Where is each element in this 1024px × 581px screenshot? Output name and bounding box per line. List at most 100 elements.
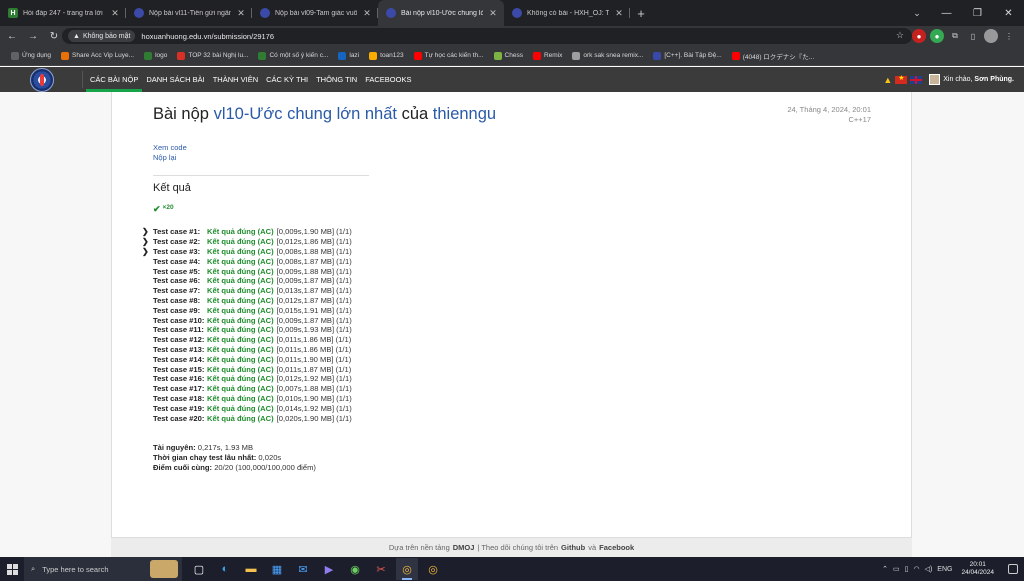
xbox-icon[interactable]: ◉: [344, 558, 366, 580]
greeting[interactable]: Xin chào, Sơn Phùng.: [943, 76, 1014, 83]
toan-icon: [369, 51, 378, 60]
extension-red-icon[interactable]: ●: [912, 29, 926, 43]
close-tab-icon[interactable]: ✕: [488, 8, 498, 19]
media-player-icon[interactable]: ▶: [318, 558, 340, 580]
test-case-info: [0,012s,1.87 MB] (1/1): [276, 295, 352, 305]
dmoj-link[interactable]: DMOJ: [453, 543, 475, 552]
nav-item[interactable]: CÁC BÀI NỘP: [86, 67, 143, 92]
test-case-row[interactable]: ❯ Test case #1: Kết quả đúng (AC) [0,009s,1…: [142, 227, 352, 237]
mail-icon[interactable]: ✉: [292, 558, 314, 580]
submission-language: C++17: [848, 115, 871, 124]
battery-icon[interactable]: ▯: [905, 565, 909, 573]
nav-item[interactable]: THÀNH VIÊN: [209, 67, 262, 92]
bookmark-item[interactable]: logo: [139, 51, 172, 60]
chrome-profile-icon[interactable]: ◎: [422, 558, 444, 580]
expand-chevron-icon[interactable]: ❯: [142, 227, 153, 236]
bookmark-item[interactable]: Có một số ý kiến c...: [253, 51, 333, 60]
expand-chevron-icon[interactable]: ❯: [142, 237, 153, 246]
test-case-row[interactable]: ❯ Test case #3: Kết quả đúng (AC) [0,008s,1…: [142, 247, 352, 257]
view-code-link[interactable]: Xem code: [153, 143, 187, 153]
tab-search-icon[interactable]: ⌄: [906, 0, 928, 26]
windows-start-icon[interactable]: [0, 557, 24, 581]
clock[interactable]: 20:01 24/04/2024: [961, 561, 994, 577]
bookmark-item[interactable]: Ứng dụng: [6, 51, 56, 60]
bookmark-item[interactable]: (4048) ロクデナシ『た...: [727, 51, 820, 61]
task-view-icon[interactable]: ▢: [188, 558, 210, 580]
vietnam-flag-icon[interactable]: [895, 74, 908, 84]
edge-icon[interactable]: ◐: [214, 558, 236, 580]
close-window-icon[interactable]: ✕: [993, 0, 1024, 26]
browser-tab[interactable]: Nộp bài vl09-Tam giác vuông ✕: [252, 0, 378, 26]
chrome-icon[interactable]: ◎: [396, 558, 418, 580]
address-bar[interactable]: ▲ Không bảo mật hoxuanhuong.edu.vn/submi…: [62, 28, 912, 44]
profile-avatar-icon[interactable]: [984, 29, 998, 43]
close-tab-icon[interactable]: ✕: [614, 8, 624, 19]
problem-link[interactable]: vl10-Ước chung lớn nhất: [214, 105, 397, 123]
facebook-link[interactable]: Facebook: [599, 543, 634, 552]
notification-icon[interactable]: [1008, 564, 1018, 574]
submission-stats: Tài nguyên: 0,217s, 1.93 MB Thời gian ch…: [153, 443, 316, 472]
file-explorer-icon[interactable]: ▬: [240, 558, 262, 580]
test-case-row: Test case #4: Kết quả đúng (AC) [0,008s,1.…: [142, 256, 352, 266]
site-logo[interactable]: [30, 68, 54, 92]
test-case-label: Test case #15:: [153, 364, 205, 374]
bookmark-item[interactable]: Chess: [489, 51, 528, 60]
close-tab-icon[interactable]: ✕: [236, 8, 246, 19]
reload-icon[interactable]: ↻: [45, 27, 63, 45]
chevron-up-icon[interactable]: ⌃: [882, 565, 888, 573]
test-case-list: ❯ Test case #1: Kết quả đúng (AC) [0,009s,1…: [142, 227, 352, 423]
back-icon[interactable]: ←: [3, 27, 21, 45]
puzzle-icon[interactable]: ⧉: [948, 29, 962, 43]
bookmark-item[interactable]: toan123: [364, 51, 409, 60]
close-tab-icon[interactable]: ✕: [362, 8, 372, 19]
expand-chevron-icon[interactable]: ❯: [142, 247, 153, 256]
test-case-verdict: Kết quả đúng (AC): [207, 354, 274, 364]
bookmark-item[interactable]: Remix: [528, 51, 567, 60]
nav-item[interactable]: DANH SÁCH BÀI: [142, 67, 208, 92]
restore-icon[interactable]: ❐: [962, 0, 993, 26]
forward-icon[interactable]: →: [24, 27, 42, 45]
warning-icon[interactable]: ▲: [883, 75, 892, 85]
browser-tab[interactable]: H Hỏi đáp 247 - trang tra lời ✕: [0, 0, 126, 26]
test-case-row: Test case #7: Kết quả đúng (AC) [0,013s,1.…: [142, 286, 352, 296]
extension-green-icon[interactable]: ●: [930, 29, 944, 43]
security-chip[interactable]: ▲ Không bảo mật: [68, 30, 136, 42]
user-link[interactable]: thienngu: [433, 105, 496, 123]
github-link[interactable]: Github: [561, 543, 585, 552]
url-text[interactable]: hoxuanhuong.edu.vn/submission/29176: [141, 32, 274, 41]
bookmark-item[interactable]: Share Acc Vip Luye...: [56, 51, 139, 60]
avatar[interactable]: [929, 74, 941, 85]
volume-icon[interactable]: ◁): [925, 565, 933, 573]
test-case-row: Test case #19: Kết quả đúng (AC) [0,014s,1…: [142, 403, 352, 413]
bookmark-item[interactable]: lazi: [333, 51, 364, 60]
close-tab-icon[interactable]: ✕: [110, 8, 120, 19]
browser-tab[interactable]: Không có bài - HXH_OJ: Trườn ✕: [504, 0, 630, 26]
nav-item[interactable]: FACEBOOKS: [361, 67, 415, 92]
test-case-info: [0,008s,1.87 MB] (1/1): [276, 256, 352, 266]
minimize-icon[interactable]: —: [931, 0, 962, 26]
search-icon: ⌕: [31, 564, 36, 573]
uk-flag-icon[interactable]: [910, 75, 923, 84]
bookmark-item[interactable]: [C++]. Bài Tập Đệ...: [648, 51, 726, 60]
test-case-row: Test case #11: Kết quả đúng (AC) [0,009s,1…: [142, 325, 352, 335]
browser-tab[interactable]: Bài nộp vl10-Ước chung lớn nh ✕: [378, 0, 504, 26]
bookmark-item[interactable]: ork sak snea remix...: [567, 51, 648, 60]
store-icon[interactable]: ▦: [266, 558, 288, 580]
bookmark-item[interactable]: Tự học các kiến th...: [409, 51, 489, 60]
menu-dots-icon[interactable]: ⋮: [1002, 29, 1016, 43]
language-indicator[interactable]: ENG: [937, 566, 952, 573]
nav-item[interactable]: CÁC KỲ THI: [262, 67, 312, 92]
bookmark-star-icon[interactable]: ☆: [896, 30, 904, 41]
snip-tool-icon[interactable]: ✂: [370, 558, 392, 580]
resubmit-link[interactable]: Nộp lại: [153, 153, 187, 163]
bookmark-item[interactable]: TOP 32 bài Nghị lu...: [172, 51, 253, 60]
taskbar-search[interactable]: ⌕ Type here to search: [24, 557, 182, 581]
wifi-icon[interactable]: ◠: [913, 565, 919, 573]
browser-tab[interactable]: Nộp bài vl11-Tiền gửi ngân hà ✕: [126, 0, 252, 26]
test-case-row[interactable]: ❯ Test case #2: Kết quả đúng (AC) [0,012s,1…: [142, 237, 352, 247]
nav-item[interactable]: THÔNG TIN: [312, 67, 361, 92]
windows-taskbar: ⌕ Type here to search ▢ ◐ ▬ ▦ ✉ ▶ ◉ ✂ ◎ …: [0, 557, 1024, 581]
network-icon[interactable]: ▭: [893, 565, 900, 573]
sidepanel-icon[interactable]: ▯: [966, 29, 980, 43]
new-tab-button[interactable]: +: [630, 0, 652, 26]
